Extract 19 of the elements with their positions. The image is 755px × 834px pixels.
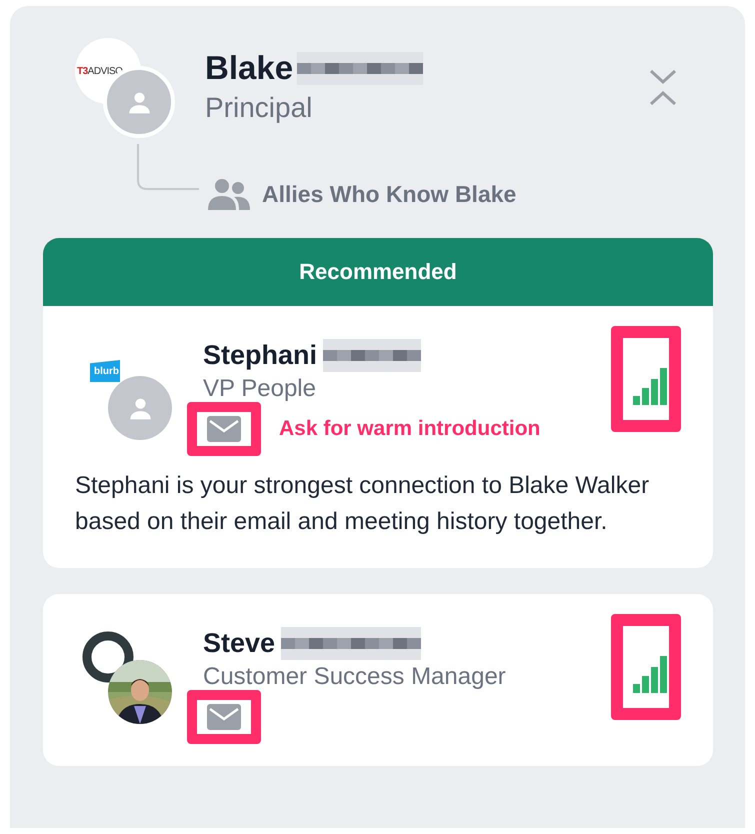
ally-title: VP People bbox=[203, 374, 317, 404]
collapse-icon[interactable] bbox=[649, 68, 677, 106]
email-button[interactable] bbox=[187, 402, 261, 456]
mail-icon[interactable] bbox=[207, 704, 241, 730]
annotation-label: Ask for warm introduction bbox=[279, 417, 540, 441]
email-button[interactable] bbox=[187, 690, 261, 744]
contact-title: Principal bbox=[205, 91, 314, 125]
ally-name: Steve bbox=[203, 627, 276, 660]
signal-strength-icon bbox=[633, 366, 667, 406]
people-icon bbox=[208, 178, 250, 210]
recommendation-text: Stephani is your strongest connection to Blake Walker based on their email and meeting history together. bbox=[75, 471, 650, 537]
ally-title: Customer Success Manager bbox=[203, 662, 507, 692]
signal-strength-icon bbox=[633, 654, 667, 694]
ally-name: Stephani bbox=[203, 339, 318, 372]
recommended-header: Recommended bbox=[43, 238, 713, 306]
allies-heading: Allies Who Know Blake bbox=[262, 180, 516, 208]
contact-name: Blake bbox=[205, 48, 294, 88]
mail-icon[interactable] bbox=[207, 416, 241, 442]
logo-text: blurb bbox=[94, 366, 119, 376]
